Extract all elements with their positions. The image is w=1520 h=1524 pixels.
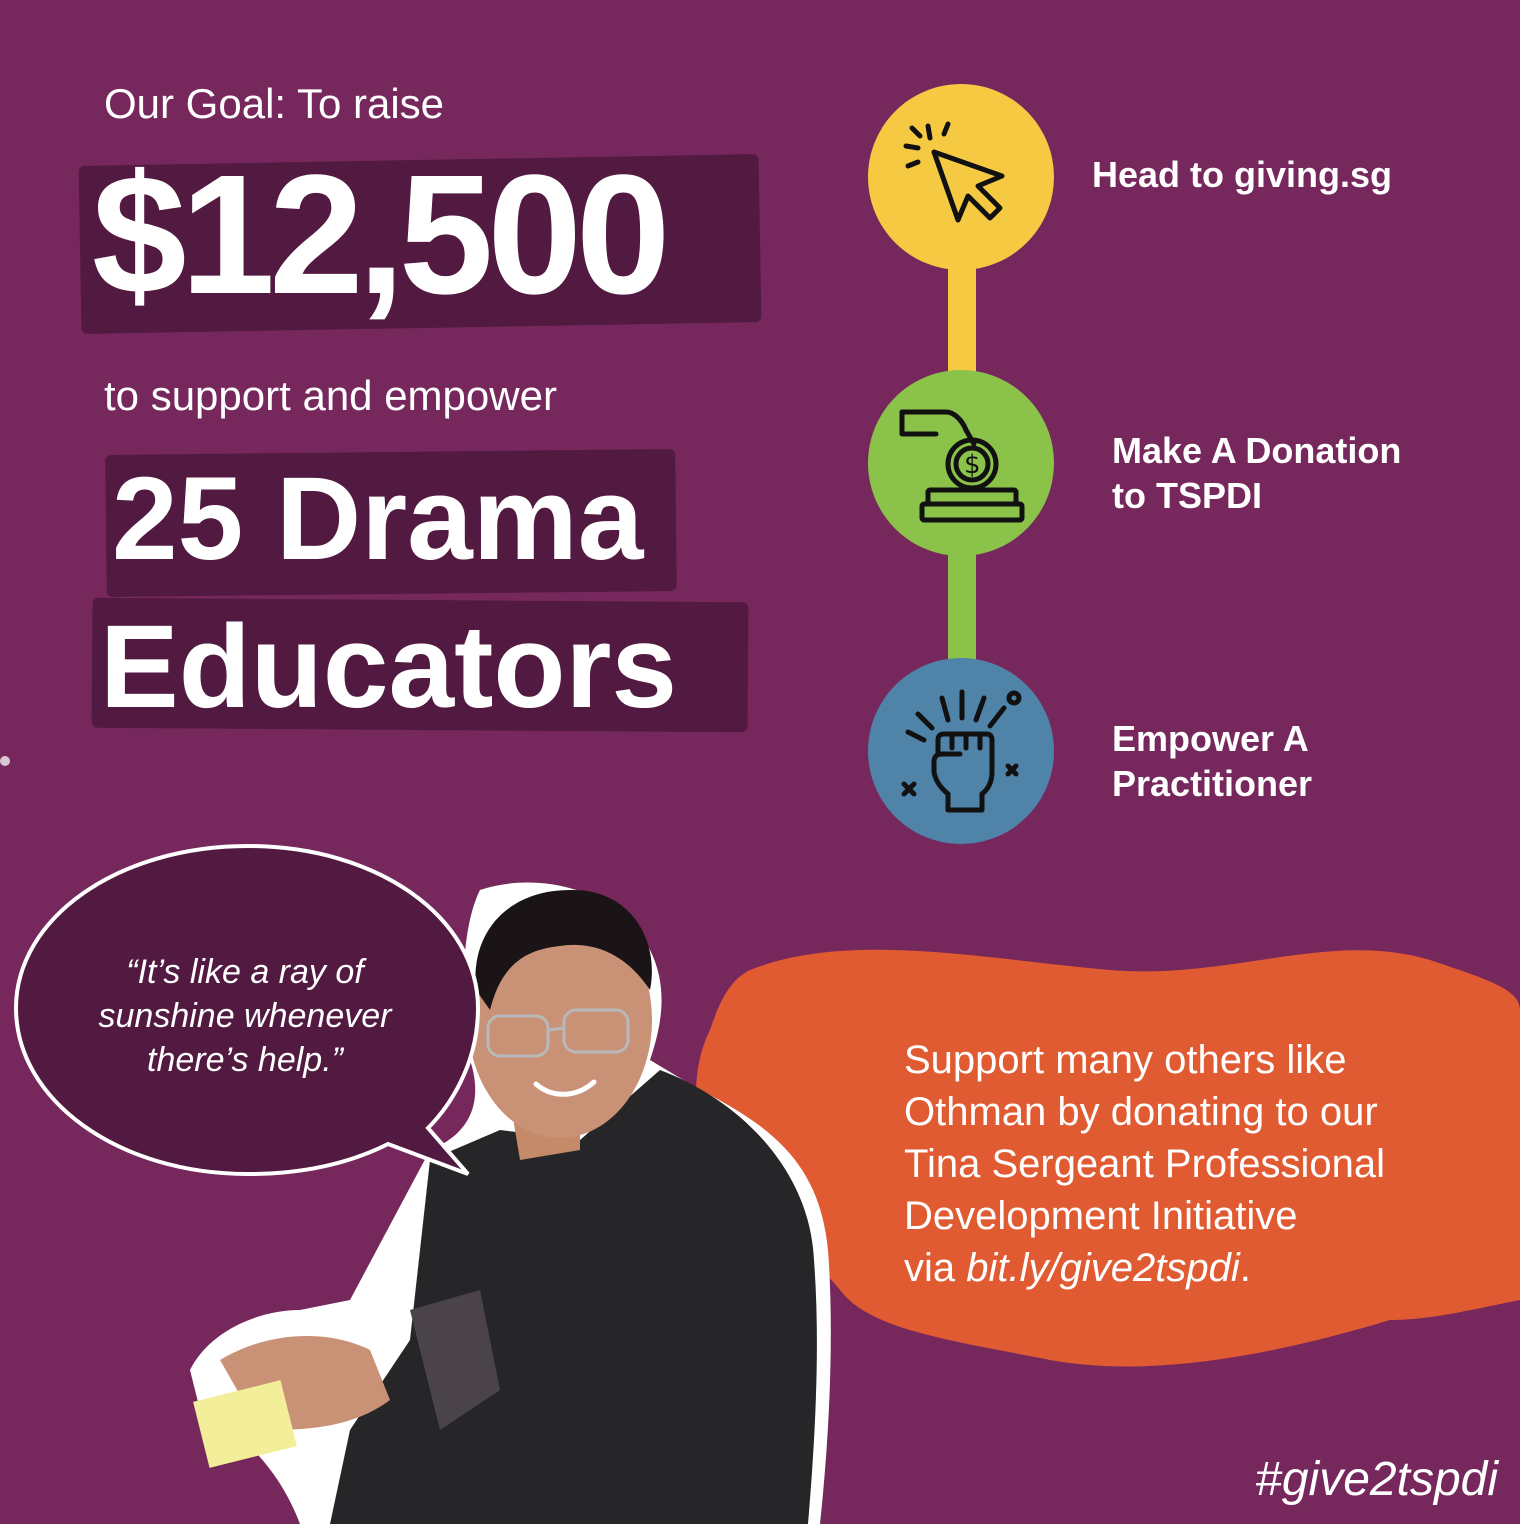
cta-period: . — [1239, 1246, 1251, 1290]
goal-amount: $12,500 — [92, 140, 671, 330]
cta-line-2: Othman by donating to our — [904, 1090, 1378, 1134]
educators-word: Educators — [100, 601, 678, 733]
svg-text:$: $ — [964, 450, 981, 480]
goal-intro: Our Goal: To raise — [104, 80, 445, 127]
quote-line-1: “It’s like a ray of — [126, 953, 364, 991]
cta-line-3: Tina Sergeant Professional — [904, 1142, 1386, 1186]
hashtag: #give2tspdi — [1255, 1453, 1498, 1506]
donation-hand-coin-icon: $ — [899, 409, 1025, 523]
cta-text: Support many others like Othman by donat… — [904, 1034, 1504, 1294]
connector-yellow — [948, 262, 976, 382]
step-2-circle: $ — [868, 370, 1054, 556]
cta-line-5: via bit.ly/give2tspdi. — [904, 1242, 1504, 1294]
connector-green — [948, 548, 976, 666]
testimonial-quote: “It’s like a ray of sunshine whenever th… — [70, 950, 420, 1083]
step-2-label-line2: to TSPDI — [1112, 475, 1262, 516]
quote-line-3: there’s help.” — [147, 1041, 343, 1080]
raised-fist-icon — [901, 689, 1022, 813]
step-2-label-line1: Make A Donation — [1112, 430, 1402, 471]
step-2-label: Make A Donation to TSPDI — [1112, 428, 1401, 518]
educators-count: 25 Drama — [112, 453, 644, 585]
cta-line-1: Support many others like — [904, 1038, 1347, 1082]
step-1-label: Head to giving.sg — [1092, 152, 1392, 197]
cta-line-4: Development Initiative — [904, 1194, 1298, 1238]
carousel-prev-dot[interactable] — [0, 756, 10, 766]
step-3-label-line1: Empower A — [1112, 718, 1309, 759]
cta-via: via — [904, 1246, 967, 1290]
step-3-circle — [868, 658, 1054, 844]
step-1-label-line1: Head to giving.sg — [1092, 154, 1393, 195]
step-3-label-line2: Practitioner — [1112, 763, 1313, 804]
step-3-label: Empower A Practitioner — [1112, 716, 1312, 806]
support-text: to support and empower — [104, 372, 557, 419]
quote-line-2: sunshine whenever — [98, 997, 392, 1036]
cursor-click-icon — [903, 121, 1005, 223]
donation-link[interactable]: bit.ly/give2tspdi — [966, 1246, 1239, 1290]
step-1-circle — [868, 84, 1054, 270]
